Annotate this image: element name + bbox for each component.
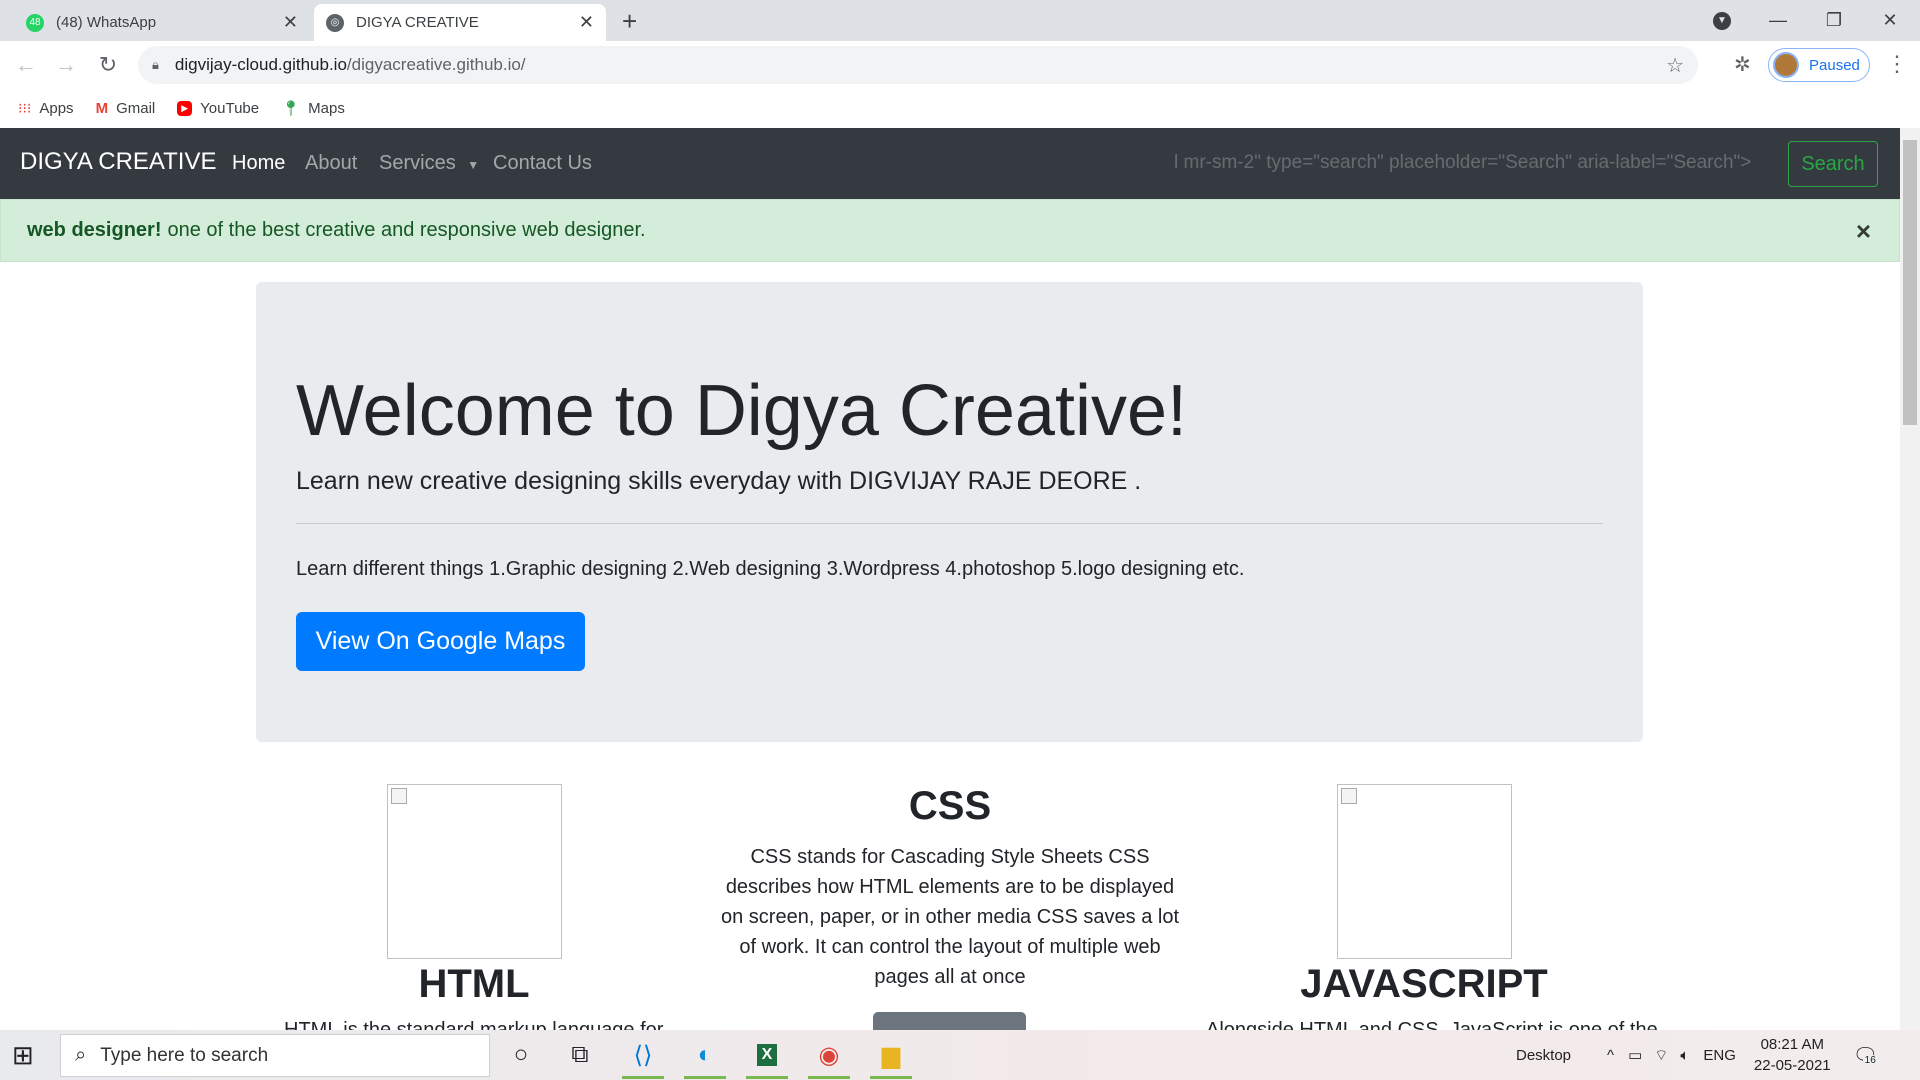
youtube-icon: ▶ xyxy=(177,100,193,116)
wifi-icon[interactable]: ⌔ xyxy=(1654,1046,1668,1065)
new-tab-icon[interactable]: + xyxy=(622,6,637,37)
nav-about[interactable]: About xyxy=(305,152,357,175)
nav-contact[interactable]: Contact Us xyxy=(493,152,592,175)
language-indicator[interactable]: ENG xyxy=(1703,1047,1736,1064)
bookmark-label: Maps xyxy=(308,99,345,117)
bookmark-apps[interactable]: ⁝⁝⁝ Apps xyxy=(18,100,74,117)
profile-button[interactable]: Paused xyxy=(1768,48,1870,82)
bookmark-label: YouTube xyxy=(200,99,260,117)
url-host: digvijay-cloud.github.io xyxy=(174,55,347,74)
scrollbar-thumb[interactable] xyxy=(1903,140,1917,425)
extensions-icon[interactable]: ✲ xyxy=(1734,52,1751,77)
restore-icon[interactable]: ❐ xyxy=(1806,0,1862,41)
js-text: Alongside HTML and CSS, JavaScript is on… xyxy=(1206,1019,1658,1030)
close-window-icon[interactable]: ✕ xyxy=(1862,0,1918,41)
volume-icon[interactable]: 🔈︎ xyxy=(1680,1047,1689,1064)
taskbar-search-placeholder: Type here to search xyxy=(100,1044,269,1066)
jumbotron-title: Welcome to Digya Creative! xyxy=(296,371,1187,451)
alert-text: one of the best creative and responsive … xyxy=(167,219,646,241)
desktop-toolbar-label[interactable]: Desktop xyxy=(1516,1047,1571,1064)
search-button[interactable]: Search xyxy=(1788,141,1878,187)
jumbotron: Welcome to Digya Creative! Learn new cre… xyxy=(256,282,1643,742)
nav-home[interactable]: Home xyxy=(232,152,285,175)
jumbotron-text: Learn different things 1.Graphic designi… xyxy=(296,558,1245,580)
html-text: HTML is the standard markup language for xyxy=(284,1019,664,1030)
search-icon: ⌕ xyxy=(75,1044,87,1066)
alert-strong: web designer! xyxy=(27,219,162,241)
notification-count: 16 xyxy=(1862,1054,1878,1066)
file-explorer-icon[interactable]: ▆ xyxy=(862,1030,920,1080)
divider xyxy=(296,523,1603,524)
taskbar-search-box[interactable]: ⌕ Type here to search xyxy=(60,1034,490,1077)
css-title: CSS xyxy=(908,784,992,828)
tab-whatsapp[interactable]: 48 (48) WhatsApp ✕ xyxy=(14,4,310,41)
bookmark-label: Gmail xyxy=(116,99,156,117)
windows-start-icon[interactable]: ⊞ xyxy=(12,1040,34,1071)
nav-services[interactable]: Services ▼ xyxy=(379,152,479,175)
close-tab-icon[interactable]: ✕ xyxy=(283,12,298,33)
excel-icon[interactable]: X xyxy=(738,1030,796,1080)
menu-dots-icon[interactable]: ⋮ xyxy=(1886,51,1908,77)
tab-title: DIGYA CREATIVE xyxy=(356,14,479,31)
nav-services-label: Services xyxy=(379,152,456,174)
tab-search-icon[interactable]: ▼ xyxy=(1694,0,1750,41)
forward-icon[interactable]: → xyxy=(50,49,82,81)
avatar xyxy=(1773,52,1799,78)
maps-icon: 📍︎ xyxy=(281,100,301,117)
close-tab-icon[interactable]: ✕ xyxy=(579,12,594,33)
vscode-icon[interactable]: ⟨⟩ xyxy=(614,1030,672,1080)
apps-grid-icon: ⁝⁝⁝ xyxy=(18,99,32,116)
reload-icon[interactable]: ↻ xyxy=(92,49,124,81)
windows-taskbar: ⊞ ⌕ Type here to search ○ ⧉ ⟨⟩ ◐ X ◉ ▆ D… xyxy=(0,1030,1920,1080)
chevron-up-icon[interactable]: ^ xyxy=(1607,1047,1614,1064)
cortana-icon[interactable]: ○ xyxy=(492,1030,550,1080)
bookmark-gmail[interactable]: M Gmail xyxy=(96,100,156,117)
jumbotron-lead: Learn new creative designing skills ever… xyxy=(296,467,1142,495)
bookmark-star-icon[interactable]: ☆ xyxy=(1666,53,1684,78)
profile-status: Paused xyxy=(1809,56,1860,74)
clock[interactable]: 08:21 AM 22-05-2021 xyxy=(1754,1034,1831,1076)
lock-icon: 🔒︎ xyxy=(152,57,159,72)
bookmarks-bar: ⁝⁝⁝ Apps M Gmail ▶ YouTube 📍︎ Maps xyxy=(0,88,1920,128)
address-bar[interactable]: 🔒︎ digvijay-cloud.github.io/digyacreativ… xyxy=(138,46,1698,84)
html-image-placeholder xyxy=(387,784,562,959)
alert-close-icon[interactable]: × xyxy=(1856,216,1871,247)
browser-tab-strip: 48 (48) WhatsApp ✕ ◎ DIGYA CREATIVE ✕ + … xyxy=(0,0,1920,41)
system-tray: Desktop ^ ▭ ⌔ 🔈︎ ENG 08:21 AM 22-05-2021… xyxy=(1516,1030,1878,1080)
js-title: JAVASCRIPT xyxy=(1300,962,1548,1006)
url-path: /digyacreative.github.io/ xyxy=(346,55,526,74)
html-title: HTML xyxy=(418,962,530,1006)
edge-icon[interactable]: ◐ xyxy=(676,1030,734,1080)
css-text: CSS stands for Cascading Style Sheets CS… xyxy=(720,846,1180,988)
clock-time: 08:21 AM xyxy=(1760,1036,1824,1053)
browser-toolbar: ← → ↻ 🔒︎ digvijay-cloud.github.io/digyac… xyxy=(0,41,1920,88)
clock-date: 22-05-2021 xyxy=(1753,1057,1831,1074)
js-image-placeholder xyxy=(1337,784,1512,959)
chrome-icon[interactable]: ◉ xyxy=(800,1030,858,1080)
whatsapp-icon: 48 xyxy=(26,13,44,32)
notification-icon[interactable]: 🗨︎16 xyxy=(1853,1043,1878,1068)
site-brand[interactable]: DIGYA CREATIVE xyxy=(20,148,217,176)
gmail-icon: M xyxy=(95,99,109,117)
google-maps-button[interactable]: View On Google Maps xyxy=(296,612,585,671)
broken-image-icon xyxy=(391,788,407,804)
broken-search-markup: l mr-sm-2" type="search" placeholder="Se… xyxy=(1174,152,1752,173)
css-details-button[interactable] xyxy=(873,1012,1026,1030)
battery-icon[interactable]: ▭ xyxy=(1628,1046,1642,1064)
tab-title: (48) WhatsApp xyxy=(56,14,157,31)
page-viewport: DIGYA CREATIVE Home About Services ▼ Con… xyxy=(0,128,1900,1030)
tab-digya-creative[interactable]: ◎ DIGYA CREATIVE ✕ xyxy=(314,4,606,41)
task-view-icon[interactable]: ⧉ xyxy=(551,1030,609,1080)
site-navbar: DIGYA CREATIVE Home About Services ▼ Con… xyxy=(0,128,1900,199)
bookmark-label: Apps xyxy=(39,99,74,117)
broken-image-icon xyxy=(1341,788,1357,804)
back-icon[interactable]: ← xyxy=(10,49,42,81)
bookmark-youtube[interactable]: ▶ YouTube xyxy=(177,100,259,117)
globe-icon: ◎ xyxy=(326,13,344,32)
bookmark-maps[interactable]: 📍︎ Maps xyxy=(281,99,345,118)
minimize-icon[interactable]: — xyxy=(1750,0,1806,41)
caret-down-icon: ▼ xyxy=(467,158,480,172)
alert-banner: web designer! one of the best creative a… xyxy=(0,199,1900,262)
